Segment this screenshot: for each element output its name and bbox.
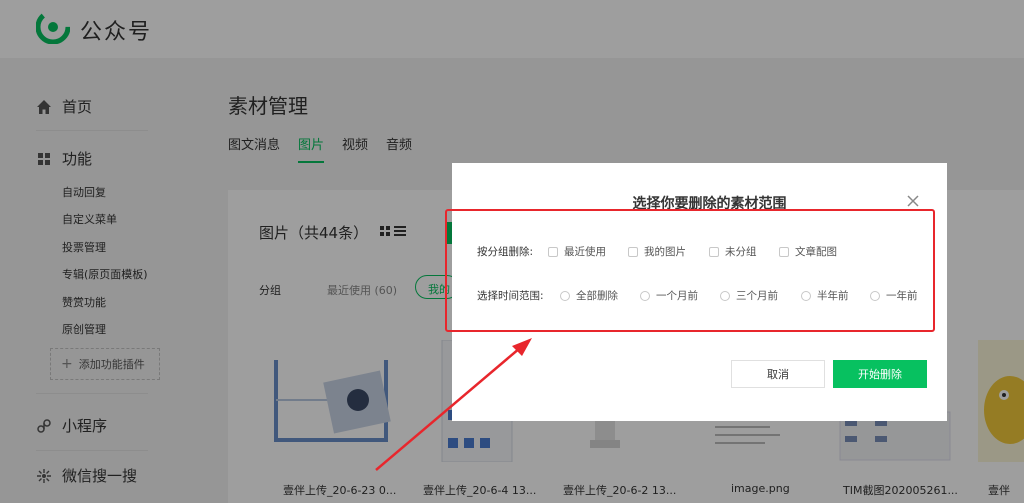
close-icon[interactable]: [905, 193, 921, 209]
cancel-button[interactable]: 取消: [731, 360, 825, 388]
annotation-highlight-box: [445, 209, 935, 332]
start-delete-button[interactable]: 开始删除: [833, 360, 927, 388]
